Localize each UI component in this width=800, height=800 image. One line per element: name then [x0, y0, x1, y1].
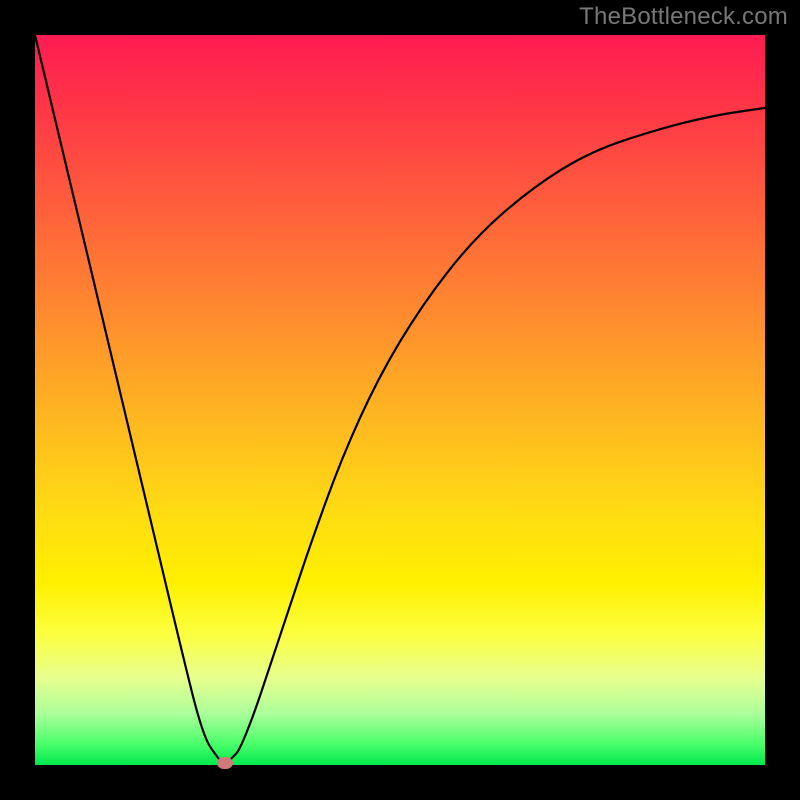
bottleneck-curve: [35, 35, 765, 763]
optimal-marker: [217, 757, 233, 769]
plot-area: [35, 35, 765, 765]
chart-container: TheBottleneck.com: [0, 0, 800, 800]
curve-svg: [35, 35, 765, 765]
watermark-text: TheBottleneck.com: [579, 3, 788, 31]
